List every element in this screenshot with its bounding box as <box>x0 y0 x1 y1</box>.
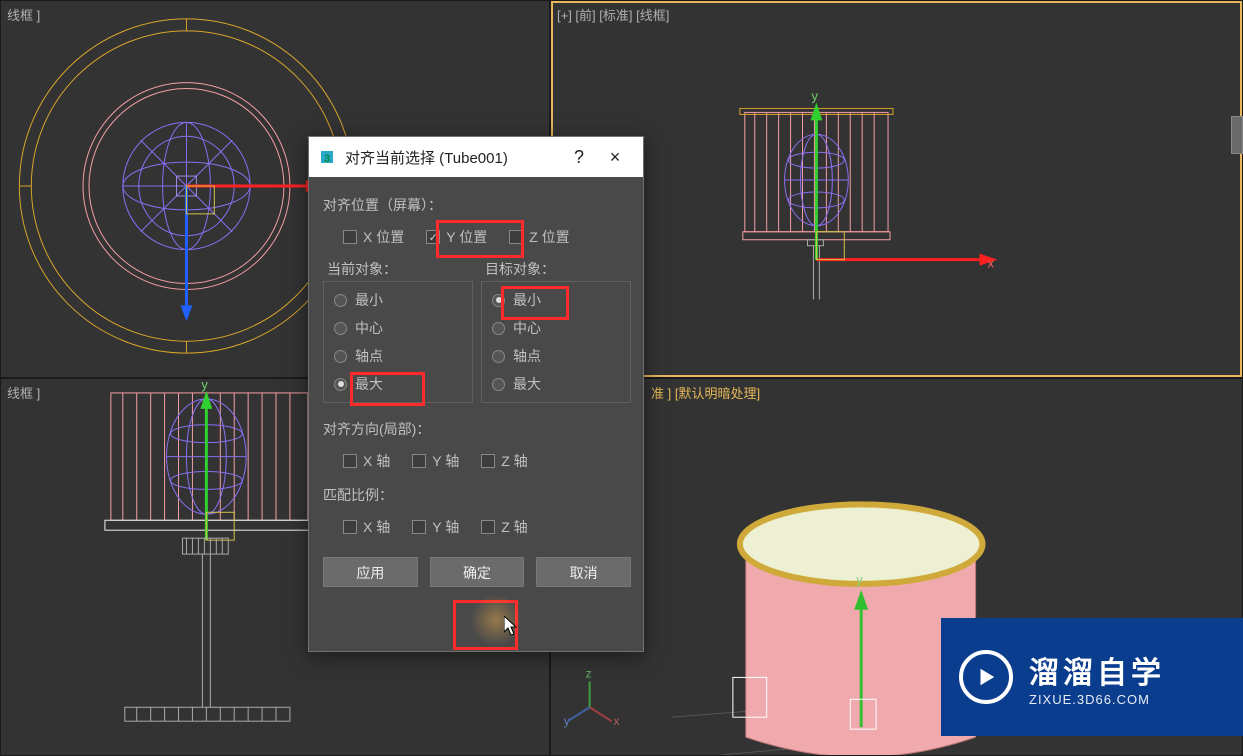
checkbox-orient-z[interactable]: Z 轴 <box>481 451 527 471</box>
side-panel-handle[interactable] <box>1231 116 1243 154</box>
viewport-front-scene: x y <box>551 1 1242 377</box>
checkbox-orient-x[interactable]: X 轴 <box>343 451 390 471</box>
target-object-label: 目标对象： <box>485 259 631 279</box>
help-button[interactable]: ? <box>561 147 597 168</box>
app-icon: 3 <box>319 149 335 165</box>
checkbox-y-position[interactable]: Y 位置 <box>426 227 487 247</box>
orientation-axis-row: X 轴 Y 轴 Z 轴 <box>323 445 631 477</box>
dialog-title: 对齐当前选择 (Tube001) <box>345 147 561 168</box>
svg-text:z: z <box>586 666 592 680</box>
svg-text:x: x <box>614 714 620 728</box>
svg-text:x: x <box>988 256 995 271</box>
radio-current-max[interactable]: 最大 <box>334 374 462 394</box>
svg-text:y: y <box>811 88 818 103</box>
scale-axis-row: X 轴 Y 轴 Z 轴 <box>323 511 631 543</box>
align-orientation-label: 对齐方向(局部)： <box>323 419 631 439</box>
checkbox-z-position[interactable]: Z 位置 <box>509 227 569 247</box>
checkbox-orient-y[interactable]: Y 轴 <box>412 451 459 471</box>
current-object-label: 当前对象： <box>327 259 473 279</box>
radio-target-pivot[interactable]: 轴点 <box>492 346 620 366</box>
radio-current-pivot[interactable]: 轴点 <box>334 346 462 366</box>
position-axis-row: X 位置 Y 位置 Z 位置 <box>323 221 631 253</box>
watermark-brand: 溜溜自学 <box>1029 648 1165 692</box>
current-object-frame: 最小 中心 轴点 最大 <box>323 281 473 403</box>
watermark-banner: 溜溜自学 ZIXUE.3D66.COM <box>941 618 1243 736</box>
target-object-frame: 最小 中心 轴点 最大 <box>481 281 631 403</box>
apply-button[interactable]: 应用 <box>323 557 418 587</box>
radio-target-max[interactable]: 最大 <box>492 374 620 394</box>
align-position-label: 对齐位置（屏幕）： <box>323 195 631 215</box>
checkbox-x-position[interactable]: X 位置 <box>343 227 404 247</box>
checkbox-label: Z 位置 <box>529 227 569 247</box>
watermark-url: ZIXUE.3D66.COM <box>1029 692 1165 707</box>
viewport-front[interactable]: [+] [前] [标准] [线框] <box>550 0 1243 378</box>
svg-text:y: y <box>856 572 863 587</box>
dialog-titlebar[interactable]: 3 对齐当前选择 (Tube001) ? × <box>309 137 643 177</box>
align-dialog: 3 对齐当前选择 (Tube001) ? × 对齐位置（屏幕）： X 位置 Y … <box>308 136 644 652</box>
checkbox-label: X 位置 <box>363 227 404 247</box>
radio-target-center[interactable]: 中心 <box>492 318 620 338</box>
play-icon <box>959 650 1013 704</box>
match-scale-label: 匹配比例： <box>323 485 631 505</box>
cursor-icon <box>504 616 520 638</box>
radio-target-min[interactable]: 最小 <box>492 290 620 310</box>
svg-text:y: y <box>201 379 208 392</box>
checkbox-label: Y 位置 <box>446 227 487 247</box>
ok-button[interactable]: 确定 <box>430 557 525 587</box>
radio-current-min[interactable]: 最小 <box>334 290 462 310</box>
checkbox-scale-z[interactable]: Z 轴 <box>481 517 527 537</box>
checkbox-scale-y[interactable]: Y 轴 <box>412 517 459 537</box>
radio-current-center[interactable]: 中心 <box>334 318 462 338</box>
close-button[interactable]: × <box>597 147 633 168</box>
checkbox-scale-x[interactable]: X 轴 <box>343 517 390 537</box>
svg-text:3: 3 <box>324 153 330 165</box>
cancel-button[interactable]: 取消 <box>536 557 631 587</box>
